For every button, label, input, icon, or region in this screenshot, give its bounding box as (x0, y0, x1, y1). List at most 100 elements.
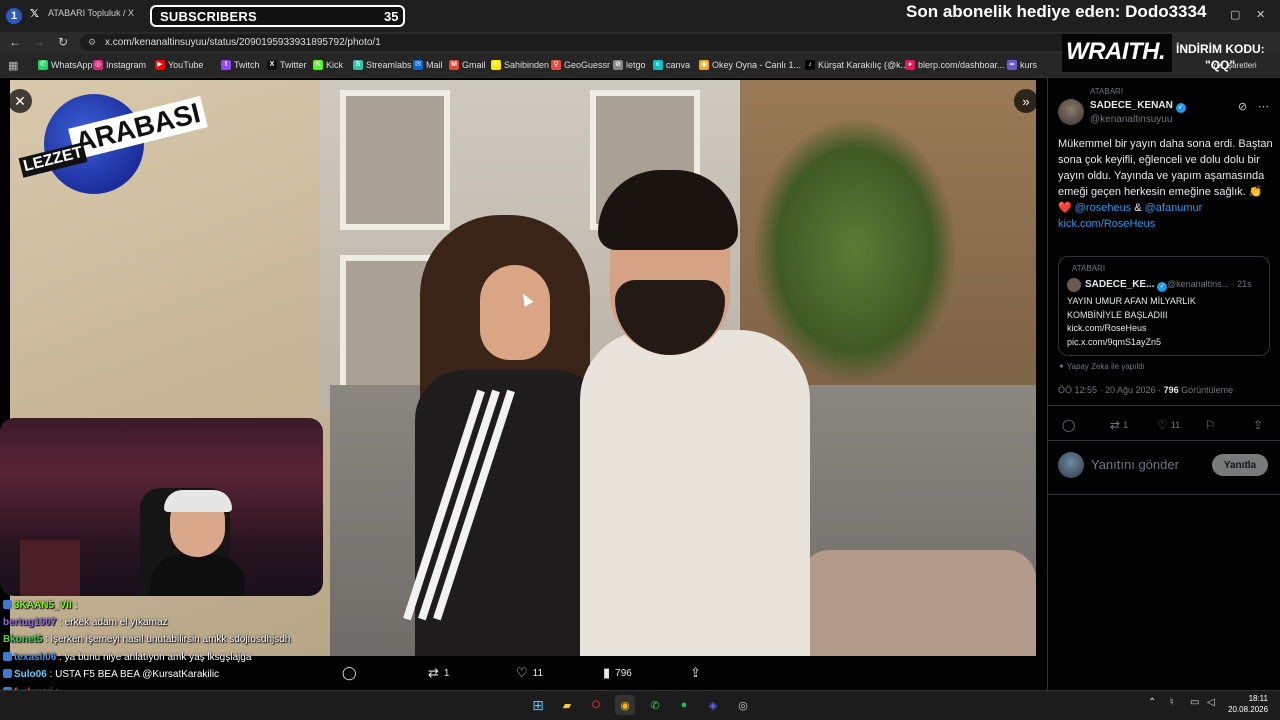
bookmark-item[interactable]: c canva (653, 60, 690, 70)
reload-icon[interactable]: ↻ (55, 35, 71, 49)
bookmark-item[interactable]: ⚲ GeoGuessr (551, 60, 610, 70)
chat-username[interactable]: Sulo06 (14, 669, 47, 680)
site-info-icon[interactable]: ⚙ (88, 37, 96, 48)
discount-code: "QQ" (1205, 58, 1236, 72)
gift-banner: Son abonelik hediye eden: Dodo3334 (906, 2, 1207, 21)
post-bookmark-button[interactable]: ⚐ (1205, 418, 1216, 432)
tray-expand-icon[interactable]: ⌃ (1148, 697, 1156, 708)
retweet-count: 1 (443, 667, 450, 679)
bookmark-label: Twitch (234, 60, 260, 70)
reply-input[interactable]: Yanıtını gönder (1091, 457, 1179, 472)
bookmark-favicon-icon: ✆ (38, 60, 48, 70)
bookmark-item[interactable]: ◉ Okey Oyna - Canlı 1... (699, 60, 801, 70)
microphone-icon[interactable]: ♮ (1170, 697, 1174, 708)
bookmark-item[interactable]: M Gmail (449, 60, 486, 70)
more-options-icon[interactable]: ⋯ (1258, 100, 1269, 113)
bookmark-item[interactable]: S Sahibinden (491, 60, 549, 70)
url-text[interactable]: x.com/kenanaltinsuyuu/status/20901959339… (105, 37, 381, 48)
tab-title[interactable]: ATABARI Topluluk / X (48, 8, 134, 18)
bookmark-item[interactable]: ⊘ letgo (613, 60, 646, 70)
photo-person-body (580, 330, 810, 656)
author-name[interactable]: SADECE_KENAN ✓ (1090, 100, 1186, 113)
subscribers-label: SUBSCRIBERS (160, 9, 257, 24)
quoted-author-name: SADECE_KE... ✓ (1085, 279, 1168, 292)
bookmark-item[interactable]: ∞ kurs (1007, 60, 1037, 70)
network-icon[interactable]: ▭ (1190, 697, 1199, 708)
reply-submit-button[interactable]: Yanıtla (1212, 454, 1268, 476)
bookmark-item[interactable]: ● blerp.com/dashboar... (905, 60, 1005, 70)
bookmark-item[interactable]: t Twitch (221, 60, 260, 70)
mention-roseheus[interactable]: @roseheus (1075, 202, 1131, 214)
post-share-button[interactable]: ⇪ (1253, 418, 1263, 432)
mention-afanumur[interactable]: @afanumur (1145, 202, 1203, 214)
bookmark-label: Kürşat Karakılıç (@k... (818, 60, 909, 70)
spotify-icon[interactable]: ● (674, 695, 694, 715)
close-photo-button[interactable]: ✕ (8, 89, 32, 113)
bookmark-label: Okey Oyna - Canlı 1... (712, 60, 802, 70)
reply-action[interactable]: ◯ (342, 665, 357, 681)
post-link[interactable]: kick.com/RoseHeus (1058, 218, 1155, 230)
chat-badge-icon (3, 600, 12, 609)
bookmark-item[interactable]: ◎ Instagram (93, 60, 146, 70)
clock-date: 20.08.2026 (1228, 705, 1269, 714)
bookmark-item[interactable]: ✆ WhatsApp (38, 60, 93, 70)
post-retweet-count: 1 (1123, 420, 1129, 430)
bookmark-favicon-icon: ● (905, 60, 915, 70)
chat-username[interactable]: bertug1907 (3, 617, 56, 628)
volume-icon[interactable]: ◁ (1207, 697, 1215, 708)
bookmark-label: Streamlabs (366, 60, 412, 70)
ai-note-text: Yapay Zeka ile yapıldı (1066, 362, 1145, 371)
chat-username[interactable]: Bkonet5 (3, 634, 42, 645)
restore-window-icon[interactable]: ▢ (1230, 8, 1240, 21)
reply-icon: ◯ (342, 665, 357, 680)
bookmark-item[interactable]: S Streamlabs (353, 60, 412, 70)
webcam-background-shirt (20, 540, 80, 596)
verified-icon: ✓ (1157, 282, 1168, 292)
post-timestamp: ÖÖ 12:55 · 20 Ağu 2026 · (1058, 385, 1164, 395)
post-like-button[interactable]: ♡ 11 (1157, 418, 1180, 432)
author-handle[interactable]: @kenanaltinsuyuu (1090, 114, 1172, 125)
post-retweet-button[interactable]: ⇄ 1 (1110, 418, 1128, 432)
whatsapp-icon[interactable]: ✆ (645, 695, 665, 715)
clock[interactable]: 18:11 20.08.2026 (1228, 693, 1268, 715)
bookmark-item[interactable]: ♪ Kürşat Karakılıç (@k... (805, 60, 908, 70)
views-action[interactable]: ▮ 796 (603, 665, 632, 681)
grok-icon[interactable]: ⊘ (1238, 100, 1247, 113)
start-menu-icon[interactable]: ⊞ (528, 695, 548, 715)
chat-username[interactable]: 3KAAN5_VII (14, 600, 72, 611)
bookmark-label: WhatsApp (51, 60, 93, 70)
chrome-icon[interactable]: ◉ (615, 695, 635, 715)
quoted-text: YAYIN UMUR AFAN MİLYARLIK KOMBİNİYLE BAŞ… (1067, 295, 1263, 349)
bookmark-label: Gmail (462, 60, 486, 70)
bookmark-item[interactable]: X Twitter (267, 60, 307, 70)
bookmark-item[interactable]: K Kick (313, 60, 343, 70)
bookmark-item[interactable]: ▶ YouTube (155, 60, 203, 70)
share-icon: ⇪ (1253, 418, 1264, 432)
post-community[interactable]: ATABARI (1090, 87, 1123, 96)
bookmark-favicon-icon: M (449, 60, 459, 70)
obs-icon[interactable]: ◎ (733, 695, 753, 715)
quoted-text-line: KOMBİNİYLE BAŞLADIII (1067, 309, 1168, 320)
discount-label: İNDİRİM KODU: (1176, 42, 1265, 56)
discord-icon[interactable]: ◈ (703, 695, 723, 715)
opera-icon[interactable]: O (586, 695, 606, 715)
retweet-action[interactable]: ⇄ 1 (428, 665, 449, 681)
file-explorer-icon[interactable]: ▰ (557, 695, 577, 715)
like-action[interactable]: ♡ 11 (516, 665, 543, 681)
chat-text: : (74, 600, 78, 611)
forward-arrow-icon[interactable]: → (31, 35, 47, 49)
back-arrow-icon[interactable]: ← (7, 35, 23, 49)
chat-username[interactable]: texaslı06 (14, 652, 56, 663)
bookmark-icon: ⚐ (1205, 418, 1216, 432)
quoted-community: ATABARI (1072, 264, 1106, 273)
post-reply-button[interactable]: ◯ (1062, 418, 1075, 432)
ai-generated-note: ✦ Yapay Zeka ile yapıldı (1058, 362, 1145, 371)
expand-panel-button[interactable]: » (1014, 89, 1038, 113)
author-avatar[interactable] (1058, 99, 1084, 125)
quoted-author-name-text: SADECE_KE... (1085, 279, 1155, 290)
apps-grid-icon[interactable]: ▦ (8, 59, 18, 72)
share-action[interactable]: ⇪ (690, 665, 701, 681)
close-window-icon[interactable]: ✕ (1256, 8, 1265, 21)
bookmark-item[interactable]: ✉ Mail (413, 60, 443, 70)
tab-index-badge[interactable]: 1 (6, 8, 22, 24)
